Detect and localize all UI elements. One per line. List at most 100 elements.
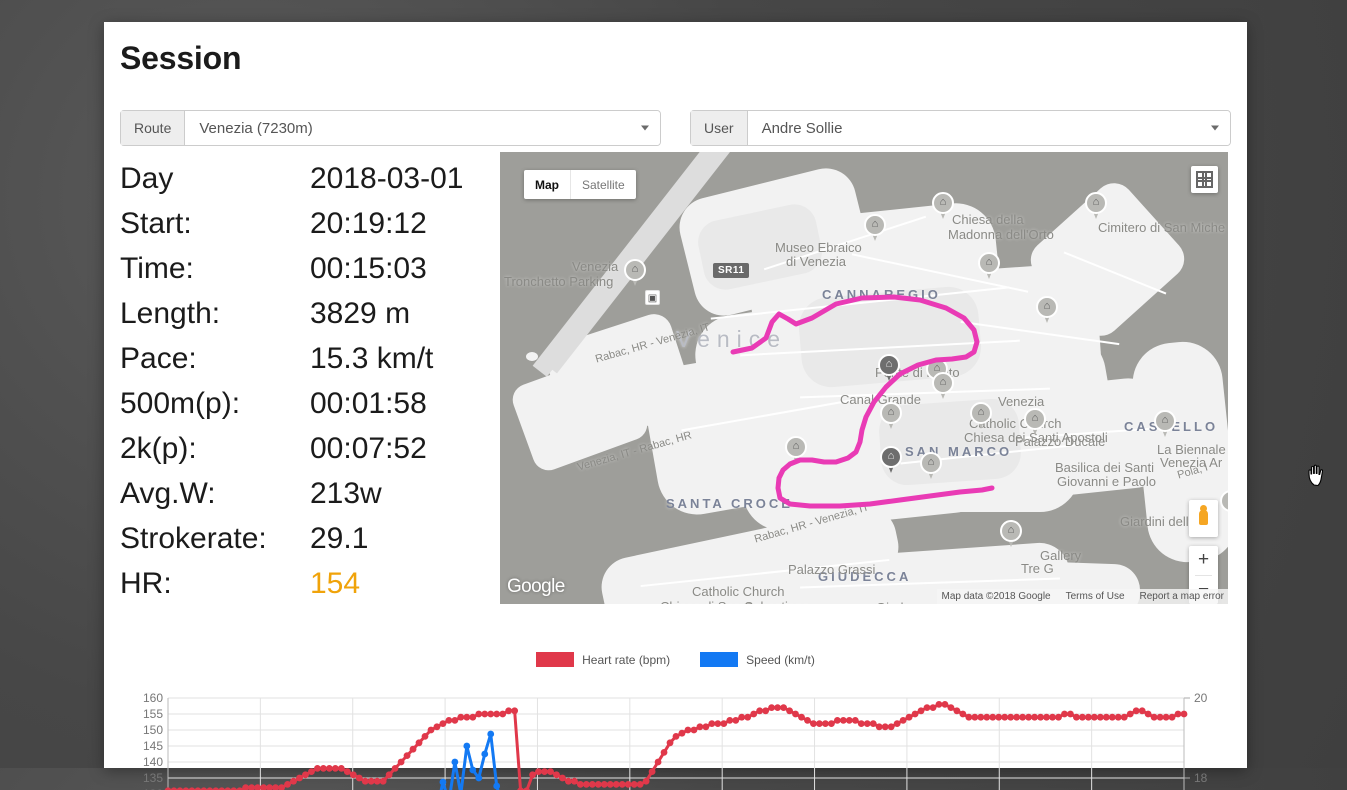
chart-data-point (738, 713, 746, 721)
stat-label: Strokerate: (120, 522, 267, 555)
chart-data-point (792, 710, 799, 718)
stat-row: Time: 00:15:03 (120, 252, 500, 297)
map-type-switcher[interactable]: Map Satellite (524, 170, 636, 199)
chart-data-point (451, 717, 459, 724)
chart-data-point (827, 720, 835, 727)
chart-data-point (774, 704, 781, 711)
stat-label: 2k(p): (120, 432, 197, 465)
chart-data-point (845, 717, 853, 724)
route-polyline (730, 294, 995, 509)
stat-label: HR: (120, 567, 172, 600)
chart-data-point (296, 774, 303, 782)
chart-data-point (379, 777, 387, 785)
chart-data-point (284, 781, 291, 788)
chart-data-point (869, 720, 877, 727)
chart-data-point (505, 707, 513, 715)
chart-data-point (654, 758, 662, 766)
stat-row: Pace: 15.3 km/t (120, 342, 500, 387)
zoom-in-button[interactable]: + (1189, 546, 1218, 575)
chart-data-point (995, 713, 1003, 721)
chart-data-point (857, 720, 865, 727)
chart-data-point (750, 710, 758, 718)
chart-data-point (439, 720, 447, 727)
chart-data-point (732, 717, 740, 724)
chart-data-point (397, 758, 405, 766)
chart-data-point (242, 784, 250, 790)
fullscreen-icon[interactable] (1191, 166, 1218, 193)
chart-legend: Heart rate (bpm) Speed (km/t) (120, 652, 1231, 667)
chart-data-point (463, 742, 471, 750)
chart-data-point (1025, 713, 1033, 721)
chart-data-point (571, 777, 578, 785)
route-label: Route (121, 111, 186, 145)
chart-data-point (499, 710, 507, 718)
chart-data-point (893, 720, 901, 727)
stat-label: Avg.W: (120, 477, 216, 510)
chart-data-point (535, 768, 542, 775)
chart-data-point (475, 710, 483, 718)
stat-label: Pace: (120, 342, 197, 375)
pegman-icon[interactable] (1189, 500, 1218, 537)
chart-data-point (290, 777, 297, 785)
chart-data-point (1162, 713, 1170, 721)
stat-row: 500m(p): 00:01:58 (120, 387, 500, 432)
user-selector[interactable]: User Andre Sollie (690, 110, 1231, 146)
route-map[interactable]: CANNAREGIOSANTA CROCESAN MARCOCASTELLOGI… (500, 152, 1228, 604)
chart-data-point (708, 720, 716, 727)
chart-data-point (875, 723, 883, 731)
route-select[interactable]: Venezia (7230m) (185, 111, 660, 145)
chart-data-point (582, 781, 590, 788)
chart-data-point (260, 784, 268, 790)
chart-data-point (1144, 710, 1152, 718)
chevron-down-icon (1211, 125, 1219, 131)
chart-data-point (409, 745, 417, 753)
chart-data-point (1096, 713, 1104, 721)
chart-data-point (331, 765, 339, 772)
map-attribution: Map data ©2018 Google Terms of Use Repor… (937, 589, 1228, 604)
legend-swatch (536, 652, 575, 667)
chart-data-point (1007, 713, 1015, 721)
y-axis-tick-left: 140 (143, 755, 163, 769)
chart-data-point (851, 717, 859, 724)
chart-data-point (266, 784, 273, 790)
stat-value: 3829 m (310, 297, 411, 330)
chart-data-point (833, 717, 841, 724)
session-chart: Heart rate (bpm) Speed (km/t) 160 155 150 14… (120, 652, 1231, 790)
y-axis-tick-left: 145 (143, 739, 163, 753)
chart-data-point (1019, 713, 1027, 721)
chart-data-point (445, 717, 453, 724)
chart-data-point (481, 750, 489, 758)
chart-data-point (1108, 713, 1116, 721)
legend-item: Heart rate (bpm) (536, 652, 670, 667)
stat-label: Length: (120, 297, 221, 330)
chart-data-point (678, 729, 686, 737)
chart-data-point (511, 707, 519, 715)
report-map-error-link[interactable]: Report a map error (1140, 591, 1224, 602)
chart-data-point (1013, 713, 1021, 721)
map-type-satellite[interactable]: Satellite (571, 170, 636, 199)
chart-data-point (1079, 713, 1086, 721)
stat-row: Day 2018-03-01 (120, 162, 500, 207)
chart-data-point (768, 704, 776, 711)
user-select[interactable]: Andre Sollie (747, 111, 1230, 145)
chart-data-point (929, 704, 937, 711)
chart-data-point (1090, 713, 1098, 721)
chart-data-point (648, 768, 656, 775)
y-axis-tick-right: 20 (1194, 692, 1208, 705)
chart-data-point (1120, 713, 1128, 721)
chart-data-point (953, 707, 961, 715)
session-panel: Session Route Venezia (7230m) User Andre… (104, 22, 1324, 790)
chart-data-point (487, 710, 495, 718)
route-selector[interactable]: Route Venezia (7230m) (120, 110, 661, 146)
fullscreen-corner-br (1202, 177, 1213, 188)
chart-data-point (1037, 713, 1044, 721)
chart-data-point (319, 765, 327, 772)
terms-of-use-link[interactable]: Terms of Use (1066, 591, 1125, 602)
chart-data-point (941, 701, 949, 708)
chart-data-point (905, 713, 913, 721)
chart-data-point (762, 707, 770, 715)
stat-value: 20:19:12 (310, 207, 427, 240)
stat-row: Start: 20:19:12 (120, 207, 500, 252)
map-type-map[interactable]: Map (524, 170, 570, 199)
chart-data-point (576, 781, 584, 788)
